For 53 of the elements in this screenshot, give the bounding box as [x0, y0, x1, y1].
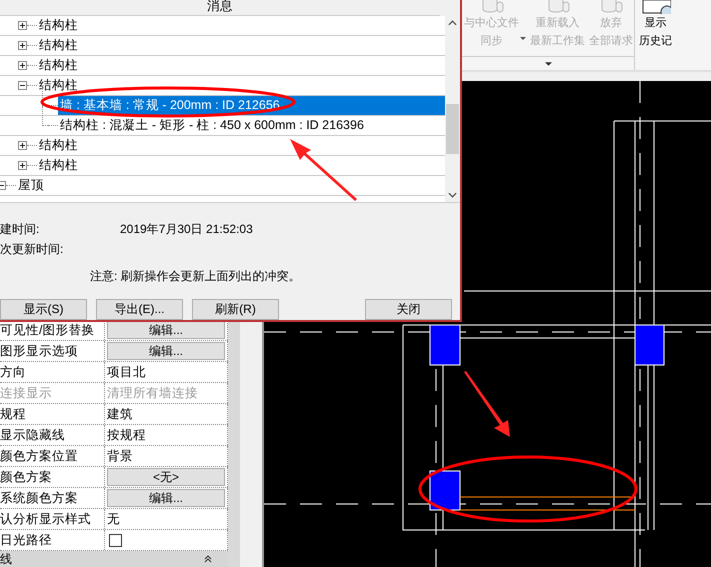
- tree-item[interactable]: 结构柱 : 混凝土 - 矩形 - 柱 : 450 x 600mm : ID 216396: [58, 116, 445, 135]
- scroll-down-icon[interactable]: [448, 192, 457, 198]
- property-value[interactable]: 建筑: [105, 406, 133, 422]
- property-label: 显示隐藏线: [0, 425, 105, 445]
- section-title: 线: [0, 550, 12, 567]
- edit-button[interactable]: 编辑...: [107, 489, 225, 507]
- tree-item[interactable]: 结构柱: [37, 156, 445, 175]
- property-label: 认分析显示样式: [0, 509, 105, 529]
- tree-item[interactable]: 结构柱: [37, 136, 445, 155]
- expand-icon[interactable]: [18, 60, 27, 70]
- updated-time-label: 次更新时间:: [0, 240, 64, 258]
- expand-icon[interactable]: [18, 20, 27, 30]
- tree-item[interactable]: 结构柱: [37, 36, 445, 55]
- property-label: 连接显示: [0, 383, 105, 403]
- created-time-label: 建时间:: [0, 220, 40, 238]
- scroll-up-icon[interactable]: [448, 20, 457, 26]
- edit-button[interactable]: <无>: [107, 468, 225, 486]
- collapse-icon[interactable]: [18, 80, 27, 90]
- property-value[interactable]: 背景: [105, 448, 133, 464]
- expand-icon[interactable]: [18, 40, 27, 50]
- property-value[interactable]: 项目北: [105, 364, 146, 380]
- property-label: 规程: [0, 404, 105, 424]
- checkbox[interactable]: [109, 534, 122, 546]
- created-time-value: 2019年7月30日 21:52:03: [120, 220, 253, 238]
- tree-item[interactable]: 结构柱: [37, 76, 445, 95]
- edit-button[interactable]: 编辑...: [107, 321, 225, 339]
- property-value[interactable]: 无: [105, 510, 120, 528]
- collapse-icon[interactable]: [204, 555, 212, 563]
- property-label: 日光路径: [0, 530, 105, 550]
- dialog-button[interactable]: 显示(S): [0, 299, 87, 320]
- dialog-button[interactable]: 导出(E)...: [96, 299, 183, 320]
- caret-icon[interactable]: [544, 62, 552, 66]
- expand-icon[interactable]: [18, 140, 27, 150]
- property-label: 图形显示选项: [0, 341, 105, 361]
- section-header[interactable]: 线: [0, 551, 228, 567]
- property-label: 系统颜色方案: [0, 488, 105, 508]
- annotation-arrow: [290, 139, 357, 201]
- annotation-arrow: [464, 371, 510, 437]
- tree-item[interactable]: 结构柱: [37, 16, 445, 35]
- dialog-button[interactable]: 刷新(R): [192, 299, 279, 320]
- expand-icon[interactable]: [18, 160, 27, 170]
- property-label: 颜色方案位置: [0, 446, 105, 466]
- tree-item[interactable]: 结构柱: [37, 56, 445, 75]
- note-text: 注意: 刷新操作会更新上面列出的冲突。: [89, 268, 302, 285]
- edit-button[interactable]: 编辑...: [107, 342, 225, 360]
- property-label: 颜色方案: [0, 467, 105, 487]
- property-label: 方向: [0, 362, 105, 382]
- scroll-thumb[interactable]: [446, 104, 459, 154]
- ribbon-button[interactable]: 显示 历史记: [635, 0, 674, 70]
- collapse-icon[interactable]: [0, 180, 6, 190]
- property-value[interactable]: 按规程: [105, 426, 146, 444]
- tree-item[interactable]: 屋顶: [16, 176, 445, 195]
- dialog-button[interactable]: 关闭: [365, 299, 452, 320]
